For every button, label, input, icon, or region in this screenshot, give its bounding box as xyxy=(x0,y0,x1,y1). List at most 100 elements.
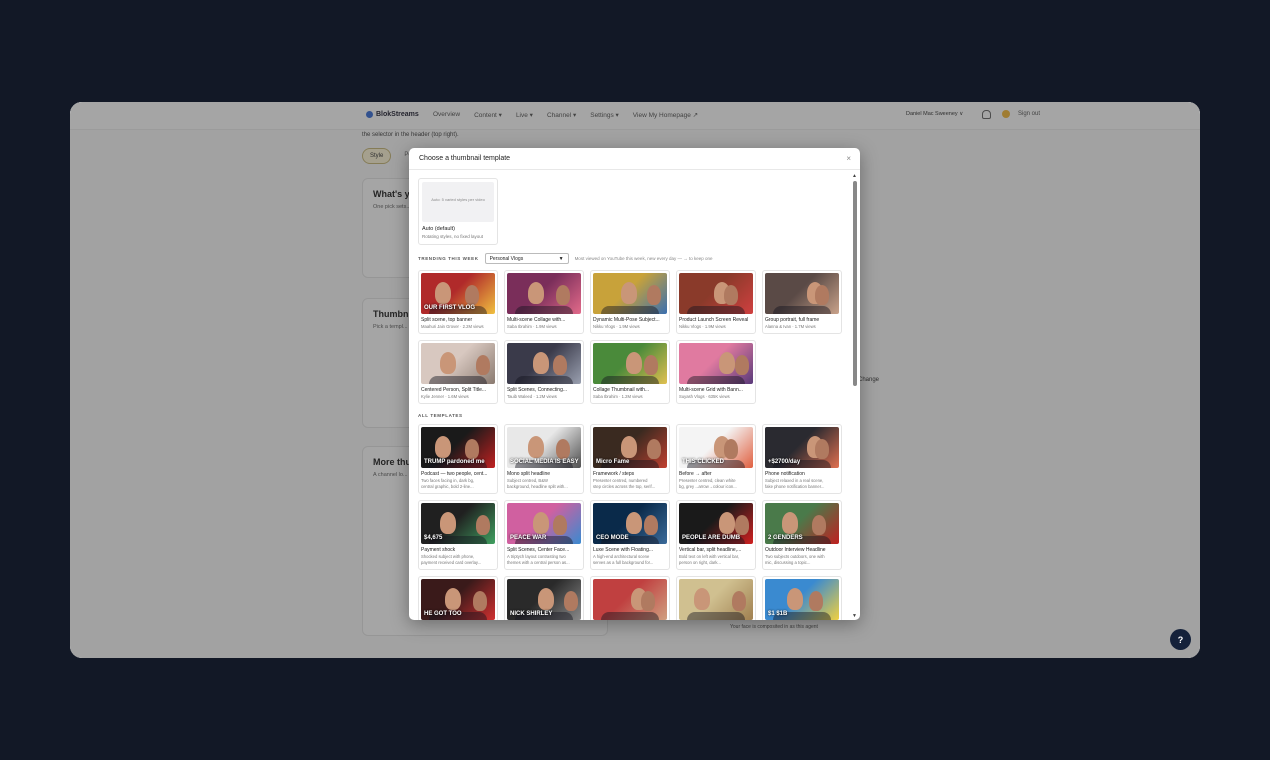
face-shape xyxy=(732,591,746,611)
template-thumbnail: THIS CLICKED xyxy=(679,427,753,468)
template-subtitle: Maahuri Jain Grover · 2.2M views xyxy=(421,324,484,329)
face-shape xyxy=(641,591,655,611)
template-subtitle: Tauib Waleed · 1.2M views xyxy=(507,394,557,399)
face-shape xyxy=(644,355,658,375)
template-card[interactable] xyxy=(590,576,670,620)
template-card[interactable]: TRUMP pardoned me Podcast — two people, c… xyxy=(418,424,498,494)
template-title: Group portrait, full frame xyxy=(765,317,820,323)
template-subtitle: A high-end architectural scene xyxy=(593,554,650,559)
template-card[interactable]: Multi-scene Grid with Bann... Suyash Vlog… xyxy=(676,340,756,404)
scroll-down-icon[interactable]: ▼ xyxy=(852,613,857,619)
template-card[interactable]: CEO MODE Luxe Scene with Floating... A hig… xyxy=(590,500,670,570)
template-subtitle: Two subjects outdoors, one with xyxy=(765,554,825,559)
face-shape xyxy=(445,588,461,610)
template-subtitle: A triptych layout contrasting two xyxy=(507,554,566,559)
face-shape xyxy=(621,436,637,458)
face-shape xyxy=(621,282,637,304)
template-thumbnail xyxy=(421,343,495,384)
template-card[interactable]: 2 GENDERS Outdoor Interview Headline Two s… xyxy=(762,500,842,570)
template-subtitle: Bold text on left with vertical bar, xyxy=(679,554,740,559)
template-card[interactable]: OUR FIRST VLOG Split scene, top banner Maa… xyxy=(418,270,498,334)
template-card[interactable]: PEOPLE ARE DUMB Vertical bar, split headl… xyxy=(676,500,756,570)
template-card[interactable]: SOCIAL MEDIA IS EASY Mono split headline S… xyxy=(504,424,584,494)
template-card[interactable]: THIS CLICKED Before → after Presenter cent… xyxy=(676,424,756,494)
trending-header: TRENDING THIS WEEK Personal Vlogs ▼ Most… xyxy=(418,253,842,264)
template-title: Mono split headline xyxy=(507,471,551,477)
thumbnail-headline: TRUMP pardoned me xyxy=(424,459,485,465)
face-shape xyxy=(724,285,738,305)
template-card[interactable]: Product Launch Screen Reveal Nikku Vlogs … xyxy=(676,270,756,334)
template-title: Outdoor Interview Headline xyxy=(765,547,826,553)
body-shape xyxy=(515,306,573,314)
template-thumbnail: $4,675 xyxy=(421,503,495,544)
template-card[interactable]: $1 $1B xyxy=(762,576,842,620)
trending-note: Most viewed on YouTube this week, new ev… xyxy=(574,256,713,261)
thumbnail-headline: +$2700/day xyxy=(768,459,801,465)
body-shape xyxy=(601,306,659,314)
face-shape xyxy=(538,588,554,610)
thumbnail-headline: $4,675 xyxy=(424,535,443,541)
thumbnail-headline: SOCIAL MEDIA IS EASY xyxy=(510,459,579,465)
auto-thumb: Auto: 5 varied styles per video xyxy=(422,182,494,222)
template-thumbnail: TRUMP pardoned me xyxy=(421,427,495,468)
template-thumbnail: CEO MODE xyxy=(593,503,667,544)
template-title: Podcast — two people, cent... xyxy=(421,471,488,477)
template-card[interactable]: PEACE WAR Split Scenes, Center Face... A t… xyxy=(504,500,584,570)
face-shape xyxy=(528,436,544,458)
face-shape xyxy=(735,355,749,375)
template-thumbnail: $1 $1B xyxy=(765,579,839,620)
template-card[interactable]: +$2700/day Phone notification Subject rela… xyxy=(762,424,842,494)
scroll-up-icon[interactable]: ▲ xyxy=(852,173,857,179)
template-subtitle: background, headline split with... xyxy=(507,484,568,489)
body-shape xyxy=(601,376,659,384)
chevron-down-icon: ▼ xyxy=(558,255,564,262)
template-thumbnail xyxy=(679,343,753,384)
template-thumbnail xyxy=(679,579,753,620)
template-card[interactable] xyxy=(676,576,756,620)
template-card[interactable]: Collage Thumbnail with... Saba Ibrahim · … xyxy=(590,340,670,404)
template-title: Split Scenes, Center Face... xyxy=(507,547,570,553)
face-shape xyxy=(556,439,570,459)
thumbnail-headline: 2 GENDERS xyxy=(768,535,803,541)
template-subtitle: fake phone notification banner... xyxy=(765,484,825,489)
template-title: Split scene, top banner xyxy=(421,317,473,323)
modal-scrollbar[interactable]: ▲ ▼ xyxy=(851,171,859,620)
template-thumbnail: PEOPLE ARE DUMB xyxy=(679,503,753,544)
face-shape xyxy=(564,591,578,611)
help-button[interactable]: ? xyxy=(1170,629,1191,650)
template-subtitle: bg, grey→arrow→colour icon... xyxy=(679,484,737,489)
template-card[interactable]: Micro Fame Framework / steps Presenter cen… xyxy=(590,424,670,494)
template-card[interactable]: Dynamic Multi-Pose Subject... Nikku Vlogs… xyxy=(590,270,670,334)
template-card[interactable]: $4,675 Payment shock Shocked subject with … xyxy=(418,500,498,570)
browser-frame: BlokStreams Overview Content ▾ Live ▾ Ch… xyxy=(70,102,1200,658)
template-card[interactable]: Group portrait, full frame Alanna & Ivan … xyxy=(762,270,842,334)
template-subtitle: Saba Ibrahim · 1.9M views xyxy=(507,324,557,329)
face-shape xyxy=(476,355,490,375)
template-subtitle: Presenter centred, numbered xyxy=(593,478,648,483)
template-subtitle: Nikku Vlogs · 1.9M views xyxy=(679,324,726,329)
body-shape xyxy=(515,376,573,384)
template-card[interactable]: Centered Person, Split Title... Kylie Jen… xyxy=(418,340,498,404)
face-shape xyxy=(644,515,658,535)
template-thumbnail: PEACE WAR xyxy=(507,503,581,544)
auto-subtitle: Rotating styles, no fixed layout xyxy=(422,234,484,239)
face-shape xyxy=(533,512,549,534)
face-shape xyxy=(528,282,544,304)
face-shape xyxy=(735,515,749,535)
body-shape xyxy=(687,376,745,384)
modal-body: Auto: 5 varied styles per video Auto (de… xyxy=(409,171,851,620)
trending-category-select[interactable]: Personal Vlogs ▼ xyxy=(484,253,569,264)
close-icon[interactable]: × xyxy=(846,154,851,163)
template-card[interactable]: HE GOT TOO xyxy=(418,576,498,620)
scroll-thumb[interactable] xyxy=(853,181,857,386)
template-thumbnail: NICK SHIRLEY xyxy=(507,579,581,620)
template-card[interactable]: Split Scenes, Connecting... Tauib Waleed … xyxy=(504,340,584,404)
template-subtitle: Two faces facing in, dark bg, xyxy=(421,478,475,483)
thumbnail-headline: PEOPLE ARE DUMB xyxy=(682,535,741,541)
body-shape xyxy=(687,612,745,620)
face-shape xyxy=(647,439,661,459)
auto-template-card[interactable]: Auto: 5 varied styles per video Auto (de… xyxy=(418,178,498,245)
template-card[interactable]: Multi-scene Collage with... Saba Ibrahim … xyxy=(504,270,584,334)
template-subtitle: Presenter centred, clean white xyxy=(679,478,736,483)
template-card[interactable]: NICK SHIRLEY xyxy=(504,576,584,620)
